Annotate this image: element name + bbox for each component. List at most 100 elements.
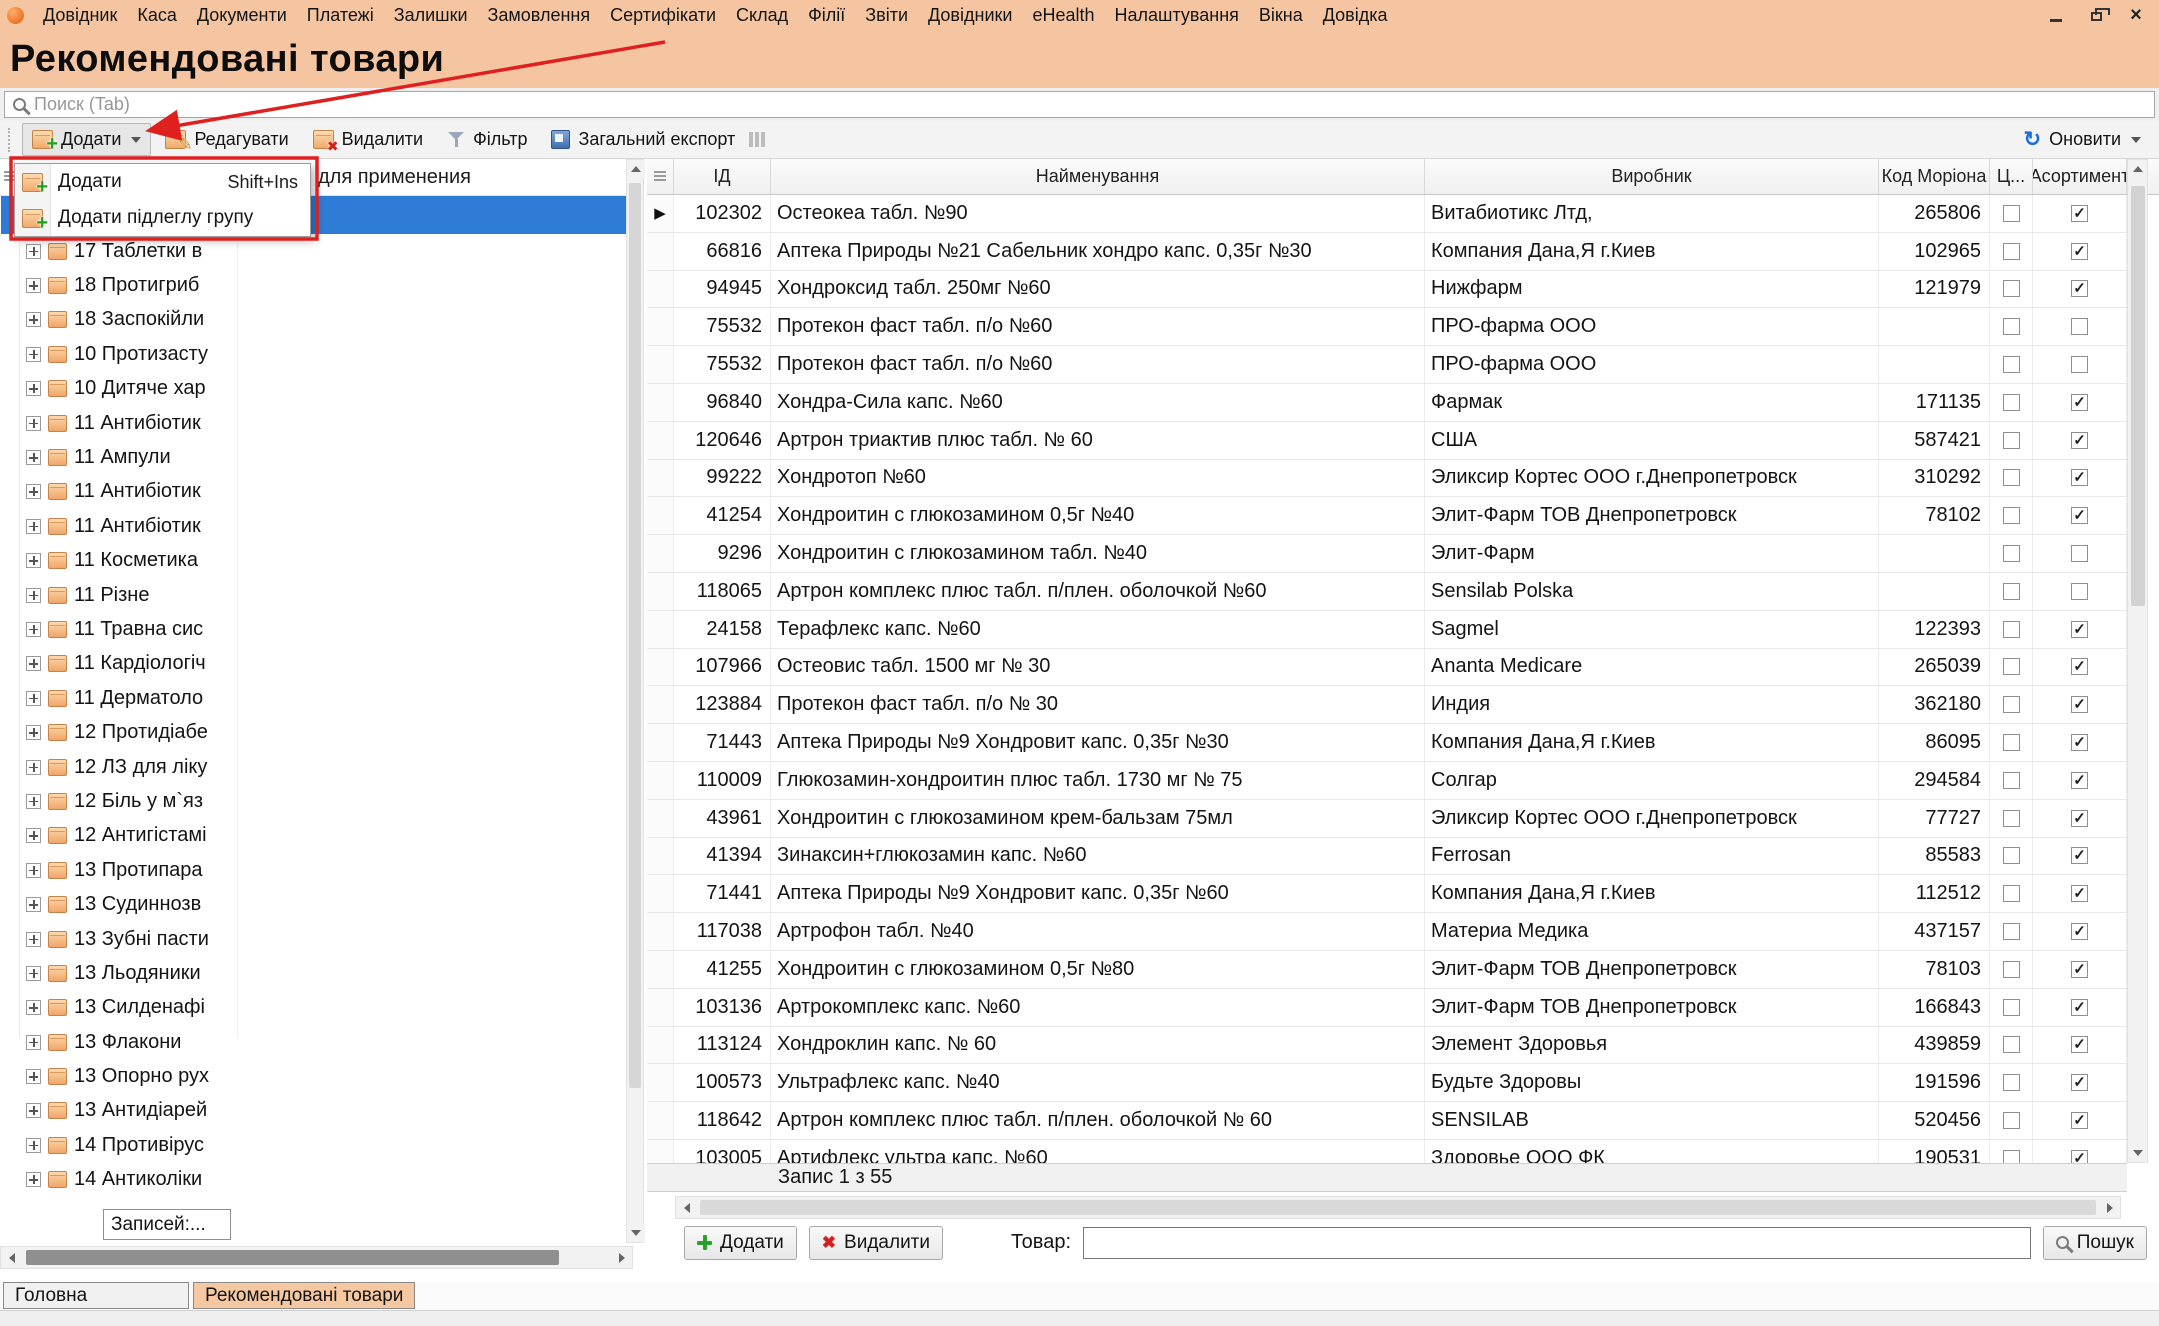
scrollbar-thumb[interactable] (629, 183, 641, 1088)
table-row[interactable]: 100573Ультрафлекс капс. №40Будьте Здоров… (647, 1064, 2127, 1102)
checkbox[interactable] (2071, 205, 2088, 222)
expand-icon[interactable] (26, 1069, 41, 1084)
menu-item-8[interactable]: Філії (798, 3, 855, 28)
tree-item[interactable]: 14 Антиколіки (0, 1163, 626, 1197)
grid-options-icon[interactable] (654, 171, 666, 182)
expand-icon[interactable] (26, 966, 41, 981)
expand-icon[interactable] (26, 416, 41, 431)
menu-item-12[interactable]: Налаштування (1104, 3, 1248, 28)
table-row[interactable]: 113124Хондроклин капс. № 60Элемент Здоро… (647, 1027, 2127, 1065)
checkbox[interactable] (2003, 356, 2020, 373)
expand-icon[interactable] (26, 691, 41, 706)
table-row[interactable]: 107966Остеовис табл. 1500 мг № 30Ananta … (647, 649, 2127, 687)
table-row[interactable]: 41255Хондроитин с глюкозамином 0,5г №80Э… (647, 951, 2127, 989)
tree-item[interactable]: 11 Антибіотик (0, 509, 626, 543)
tree-item[interactable]: 13 Льодяники (0, 956, 626, 990)
tree-item[interactable]: 18 Заспокійли (0, 303, 626, 337)
expand-icon[interactable] (26, 1035, 41, 1050)
column-header-manufacturer[interactable]: Виробник (1425, 159, 1879, 194)
table-row[interactable]: 117038Артрофон табл. №40Материа Медика43… (647, 913, 2127, 951)
add-product-button[interactable]: Додати (684, 1226, 797, 1260)
checkbox[interactable] (2003, 545, 2020, 562)
expand-icon[interactable] (26, 622, 41, 637)
expand-icon[interactable] (26, 794, 41, 809)
checkbox[interactable] (2071, 923, 2088, 940)
table-row[interactable]: 41254Хондроитин с глюкозамином 0,5г №40Э… (647, 497, 2127, 535)
checkbox[interactable] (2003, 318, 2020, 335)
column-chooser-icon[interactable] (749, 132, 765, 147)
table-row[interactable]: 118642Артрон комплекс плюс табл. п/плен.… (647, 1102, 2127, 1140)
checkbox[interactable] (2003, 1112, 2020, 1129)
checkbox[interactable] (2003, 432, 2020, 449)
checkbox[interactable] (2071, 885, 2088, 902)
table-row[interactable]: 71443Аптека Природы №9 Хондровит капс. 0… (647, 724, 2127, 762)
column-header-assortment[interactable]: Асортимент (2033, 159, 2127, 194)
minimize-button[interactable] (2039, 3, 2073, 27)
close-button[interactable] (2119, 3, 2153, 27)
expand-icon[interactable] (26, 519, 41, 534)
checkbox[interactable] (2003, 1074, 2020, 1091)
tree-item[interactable]: 10 Протизасту (0, 337, 626, 371)
checkbox[interactable] (2003, 469, 2020, 486)
tree-item[interactable]: 12 Антигістамі (0, 819, 626, 853)
grid-vertical-scrollbar[interactable] (2127, 159, 2148, 1163)
scroll-left-button[interactable] (1, 1247, 22, 1268)
checkbox[interactable] (2003, 583, 2020, 600)
context-menu-item[interactable]: ДодатиShift+Ins (15, 164, 310, 200)
checkbox[interactable] (2003, 205, 2020, 222)
checkbox[interactable] (2071, 961, 2088, 978)
expand-icon[interactable] (26, 450, 41, 465)
scroll-up-button[interactable] (2129, 160, 2147, 178)
tree-item[interactable]: 11 Різне (0, 578, 626, 612)
tree-item[interactable]: 11 Антибіотик (0, 475, 626, 509)
expand-icon[interactable] (26, 553, 41, 568)
checkbox[interactable] (2003, 394, 2020, 411)
scroll-up-button[interactable] (627, 160, 645, 178)
search-input[interactable] (34, 94, 2146, 115)
checkbox[interactable] (2071, 1036, 2088, 1053)
checkbox[interactable] (2071, 432, 2088, 449)
tree-item[interactable]: 13 Опорно рух (0, 1059, 626, 1093)
menu-item-4[interactable]: Залишки (384, 3, 478, 28)
table-row[interactable]: 41394Зинаксин+глюкозамин капс. №60Ferros… (647, 838, 2127, 876)
expand-icon[interactable] (26, 863, 41, 878)
menu-item-7[interactable]: Склад (726, 3, 798, 28)
checkbox[interactable] (2071, 734, 2088, 751)
tree-item[interactable]: 13 Антидіарей (0, 1094, 626, 1128)
menu-item-6[interactable]: Сертифікати (600, 3, 726, 28)
expand-icon[interactable] (26, 656, 41, 671)
tree-item[interactable]: 11 Травна сис (0, 612, 626, 646)
checkbox[interactable] (2003, 1150, 2020, 1163)
menu-item-11[interactable]: eHealth (1022, 3, 1104, 28)
expand-icon[interactable] (26, 1000, 41, 1015)
menu-item-9[interactable]: Звіти (855, 3, 918, 28)
checkbox[interactable] (2003, 658, 2020, 675)
expand-icon[interactable] (26, 278, 41, 293)
search-product-button[interactable]: Пошук (2043, 1226, 2147, 1260)
product-input[interactable] (1083, 1227, 2031, 1259)
checkbox[interactable] (2071, 999, 2088, 1016)
tab-main[interactable]: Головна (3, 1282, 189, 1309)
expand-icon[interactable] (26, 932, 41, 947)
menu-item-13[interactable]: Вікна (1249, 3, 1313, 28)
expand-icon[interactable] (26, 588, 41, 603)
tree-item[interactable]: 17 Таблетки в (0, 234, 626, 268)
checkbox[interactable] (2071, 356, 2088, 373)
tree-item[interactable]: 12 Біль у м`яз (0, 784, 626, 818)
checkbox[interactable] (2003, 885, 2020, 902)
filter-button[interactable]: Фільтр (437, 123, 537, 156)
checkbox[interactable] (2071, 847, 2088, 864)
scroll-right-button[interactable] (2099, 1197, 2120, 1218)
scrollbar-thumb[interactable] (2131, 186, 2145, 606)
table-row[interactable]: 102302Остеокеа табл. №90Витабиотикс Лтд,… (647, 195, 2127, 233)
scroll-down-button[interactable] (2129, 1144, 2147, 1162)
table-row[interactable]: 99222Хондротоп №60Эликсир Кортес ООО г.Д… (647, 460, 2127, 498)
tree-item[interactable]: 11 Антибіотик (0, 406, 626, 440)
checkbox[interactable] (2071, 810, 2088, 827)
tree-item[interactable]: 10 Дитяче хар (0, 372, 626, 406)
checkbox[interactable] (2003, 961, 2020, 978)
tree-item[interactable]: 12 Протидіабе (0, 715, 626, 749)
scrollbar-thumb[interactable] (26, 1250, 559, 1265)
menu-item-1[interactable]: Каса (127, 3, 187, 28)
checkbox[interactable] (2003, 923, 2020, 940)
